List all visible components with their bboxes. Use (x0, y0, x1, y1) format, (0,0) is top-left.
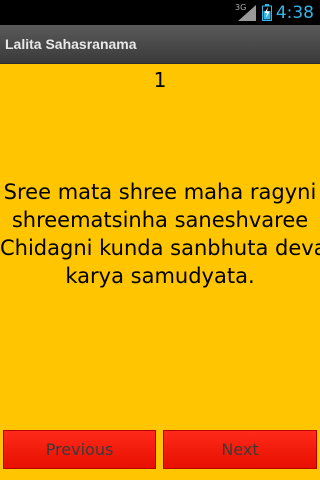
battery-charging-icon (262, 4, 272, 21)
verse-text: Sree mata shree maha ragyni shreematsinh… (0, 178, 320, 290)
signal-icon (238, 5, 256, 21)
status-bar: 3G 4:38 (0, 0, 320, 25)
next-button[interactable]: Next (163, 430, 317, 469)
verse-counter: 1 (153, 68, 167, 92)
verse-line: Chidagni kunda sanbhuta deva (0, 236, 320, 260)
app-title-bar: Lalita Sahasranama (0, 25, 320, 64)
app-title: Lalita Sahasranama (5, 36, 137, 52)
clock: 4:38 (275, 3, 314, 23)
previous-button[interactable]: Previous (3, 430, 156, 469)
verse-line: Sree mata shree maha ragyni (3, 180, 317, 204)
verse-line: karya samudyata. (65, 264, 255, 288)
verse-line: shreematsinha saneshvaree (11, 208, 309, 232)
